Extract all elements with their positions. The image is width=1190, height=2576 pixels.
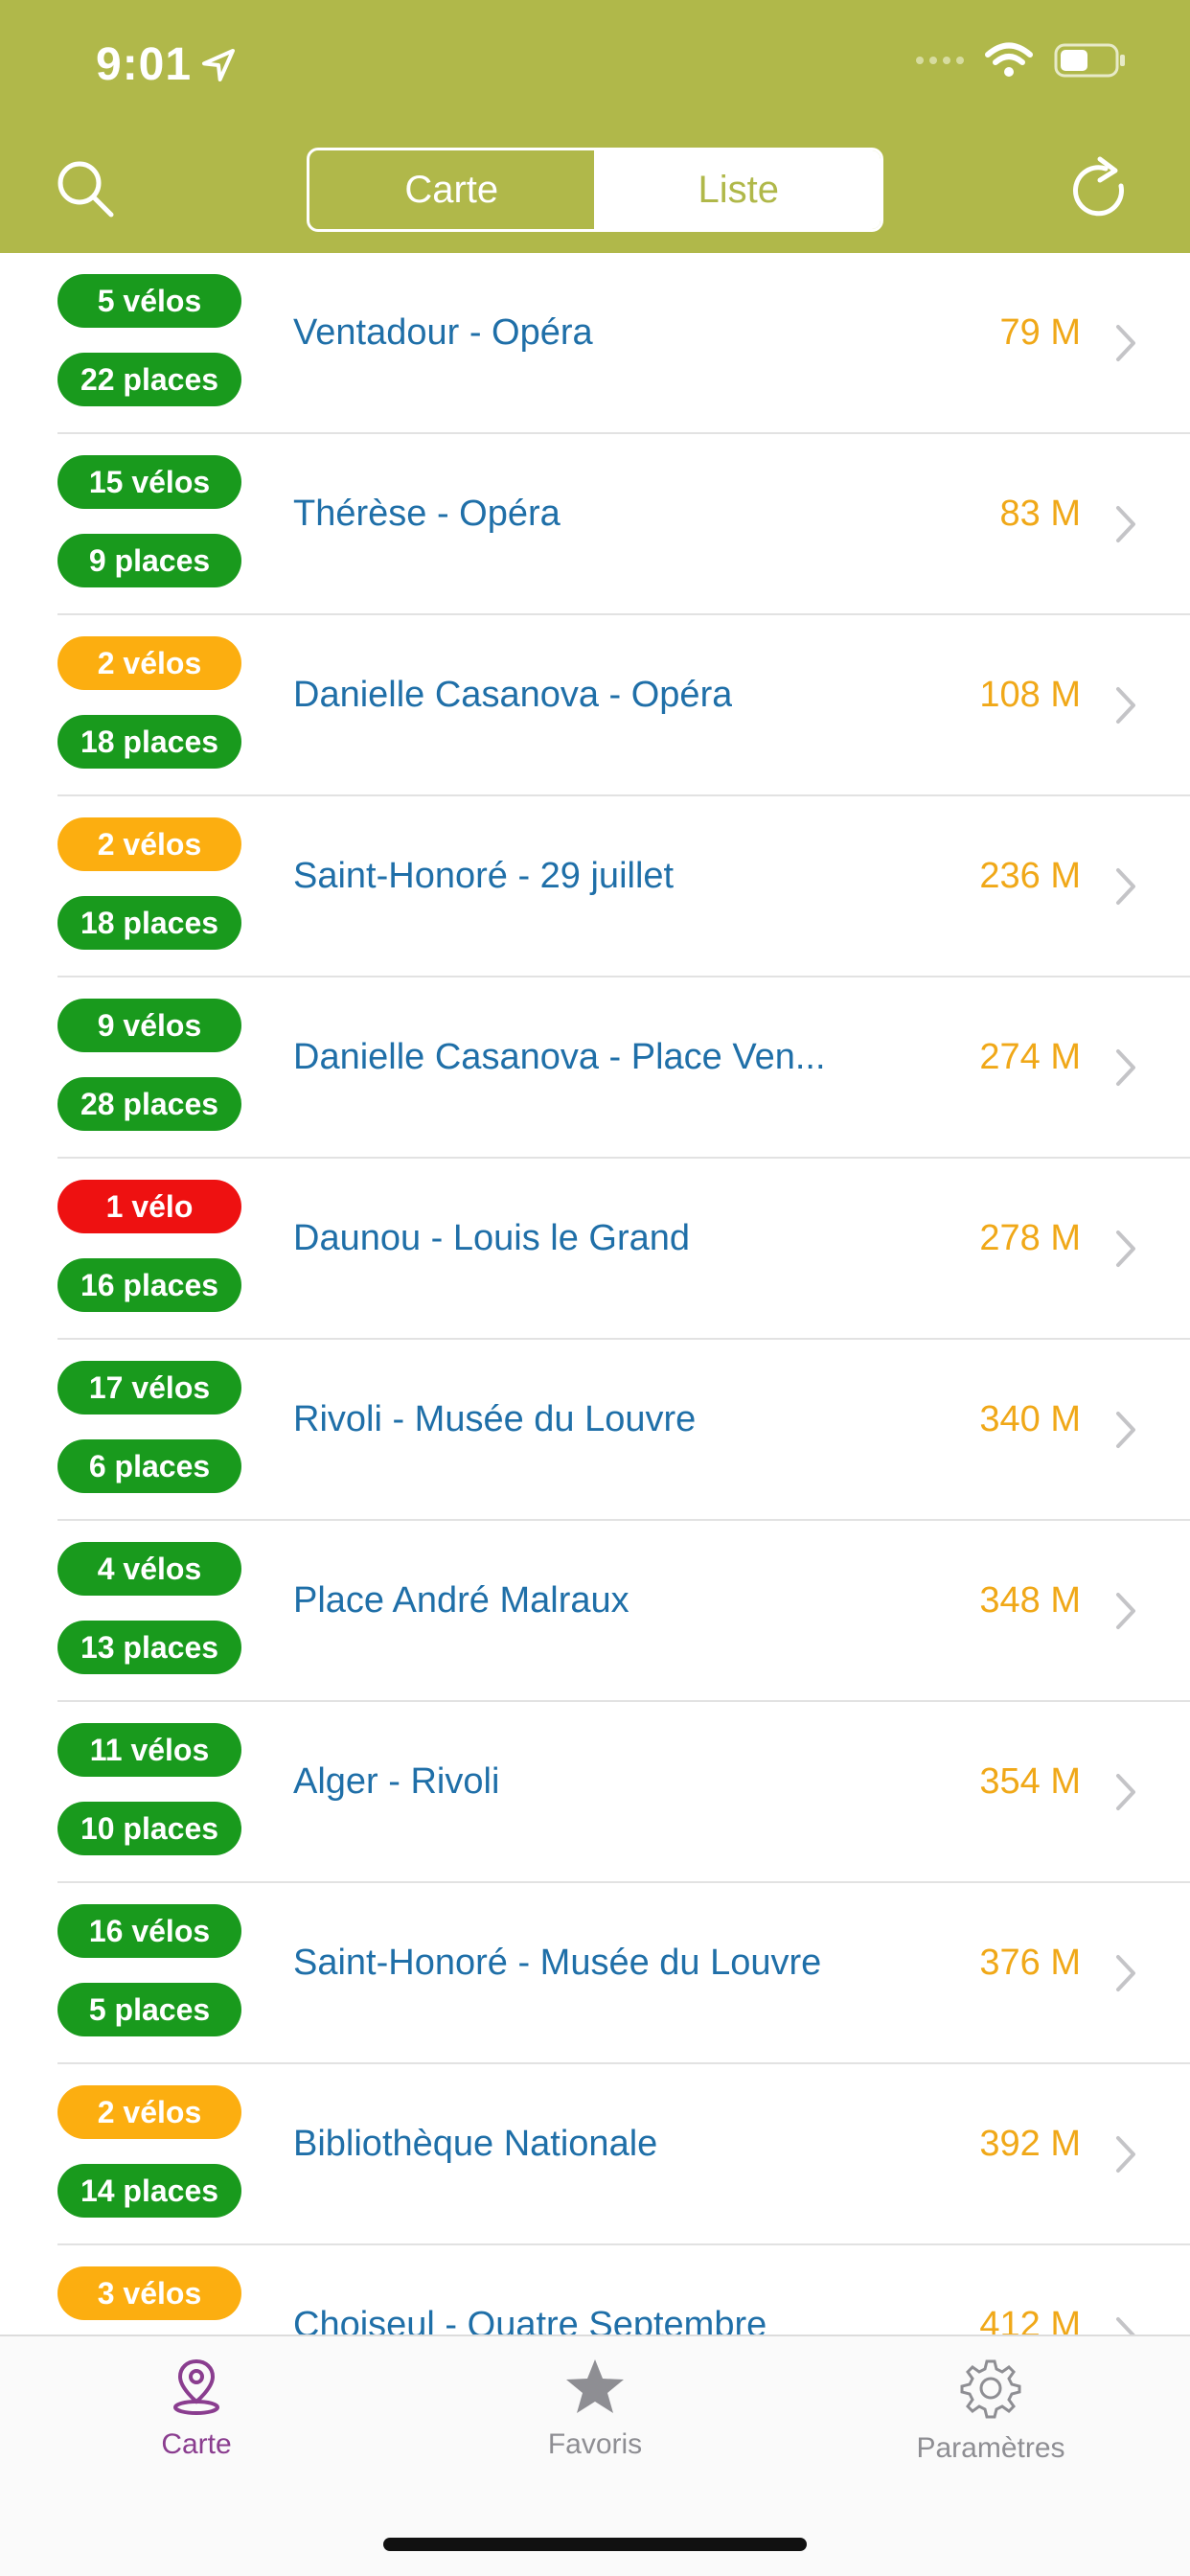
bikes-available-badge: 4 vélos (57, 1542, 241, 1596)
bikes-available-badge: 5 vélos (57, 274, 241, 328)
bikes-available-badge: 2 vélos (57, 2085, 241, 2139)
station-distance: 412 M (979, 2305, 1081, 2334)
tab-favoris[interactable]: Favoris (451, 2358, 739, 2461)
places-available-badge: 28 places (57, 1077, 241, 1131)
segment-carte[interactable]: Carte (309, 150, 597, 229)
places-available-badge: 18 places (57, 715, 241, 769)
bikes-available-badge: 9 vélos (57, 999, 241, 1052)
places-available-badge: 6 places (57, 1439, 241, 1493)
star-icon (566, 2359, 624, 2413)
station-name: Place André Malraux (293, 1580, 629, 1621)
station-name: Saint-Honoré - Musée du Louvre (293, 1943, 822, 1983)
bikes-available-badge: 16 vélos (57, 1904, 241, 1958)
clock-text: 9:01 (96, 39, 193, 90)
station-row[interactable]: 1 vélo 16 places Daunou - Louis le Grand 27… (0, 1159, 1190, 1340)
tab-parametres[interactable]: Paramètres (847, 2358, 1134, 2465)
chevron-right-icon (1116, 1593, 1135, 1629)
places-available-badge: 5 places (57, 1983, 241, 2036)
station-row[interactable]: 2 vélos 18 places Danielle Casanova - Opér… (0, 615, 1190, 796)
chevron-right-icon (1116, 1412, 1135, 1448)
chevron-right-icon (1116, 1230, 1135, 1267)
tab-favoris-label: Favoris (547, 2428, 643, 2460)
chevron-right-icon (1116, 868, 1135, 905)
station-distance: 79 M (999, 312, 1081, 353)
station-list: 5 vélos 22 places Ventadour - Opéra 79 M 15 … (0, 253, 1190, 2334)
status-bar-indicators (916, 42, 1127, 79)
station-name: Ventadour - Opéra (293, 312, 593, 353)
battery-icon (1054, 43, 1125, 78)
refresh-icon[interactable] (1065, 155, 1138, 228)
station-name: Thérèse - Opéra (293, 494, 561, 534)
chevron-right-icon (1116, 506, 1135, 542)
station-distance: 278 M (979, 1218, 1081, 1258)
station-row[interactable]: 15 vélos 9 places Thérèse - Opéra 83 M (0, 434, 1190, 615)
station-name: Bibliothèque Nationale (293, 2124, 658, 2164)
chevron-right-icon (1116, 1049, 1135, 1086)
station-row[interactable]: 3 vélos Choiseul - Quatre Septembre 412 M (0, 2245, 1190, 2334)
chevron-right-icon (1116, 687, 1135, 724)
wifi-icon (985, 42, 1033, 77)
station-name: Daunou - Louis le Grand (293, 1218, 691, 1258)
station-distance: 340 M (979, 1399, 1081, 1439)
nav-header: 9:01 Carte Liste (0, 0, 1190, 253)
tab-carte-label: Carte (161, 2428, 232, 2460)
station-distance: 108 M (979, 675, 1081, 715)
tab-parametres-label: Paramètres (916, 2432, 1065, 2464)
station-row[interactable]: 11 vélos 10 places Alger - Rivoli 354 M (0, 1702, 1190, 1883)
station-distance: 236 M (979, 856, 1081, 896)
station-name: Danielle Casanova - Opéra (293, 675, 733, 715)
chevron-right-icon (1116, 2317, 1135, 2334)
bikes-available-badge: 1 vélo (57, 1180, 241, 1233)
chevron-right-icon (1116, 1955, 1135, 1991)
station-distance: 274 M (979, 1037, 1081, 1077)
station-distance: 392 M (979, 2124, 1081, 2164)
station-row[interactable]: 9 vélos 28 places Danielle Casanova - Plac… (0, 978, 1190, 1159)
places-available-badge: 14 places (57, 2164, 241, 2218)
station-row[interactable]: 17 vélos 6 places Rivoli - Musée du Louvre… (0, 1340, 1190, 1521)
cellular-signal-icon (916, 57, 964, 64)
station-name: Rivoli - Musée du Louvre (293, 1399, 697, 1439)
bikes-available-badge: 15 vélos (57, 455, 241, 509)
chevron-right-icon (1116, 1774, 1135, 1810)
segment-liste[interactable]: Liste (596, 150, 881, 229)
station-name: Saint-Honoré - 29 juillet (293, 856, 675, 896)
station-distance: 83 M (999, 494, 1081, 534)
location-arrow-icon (202, 48, 236, 81)
status-bar-time: 9:01 (96, 38, 238, 91)
station-distance: 376 M (979, 1943, 1081, 1983)
station-name: Danielle Casanova - Place Ven... (293, 1037, 826, 1077)
station-distance: 354 M (979, 1761, 1081, 1802)
chevron-right-icon (1116, 325, 1135, 361)
bikes-available-badge: 11 vélos (57, 1723, 241, 1777)
view-segmented-control: Carte Liste (307, 148, 883, 232)
places-available-badge: 22 places (57, 353, 241, 406)
station-name: Choiseul - Quatre Septembre (293, 2305, 767, 2334)
bikes-available-badge: 2 vélos (57, 817, 241, 871)
bikes-available-badge: 2 vélos (57, 636, 241, 690)
station-distance: 348 M (979, 1580, 1081, 1621)
map-pin-icon (173, 2358, 219, 2415)
gear-icon (960, 2359, 1021, 2419)
bikes-available-badge: 17 vélos (57, 1361, 241, 1414)
station-row[interactable]: 4 vélos 13 places Place André Malraux 348 M (0, 1521, 1190, 1702)
station-name: Alger - Rivoli (293, 1761, 500, 1802)
places-available-badge: 16 places (57, 1258, 241, 1312)
station-row[interactable]: 16 vélos 5 places Saint-Honoré - Musée du … (0, 1883, 1190, 2064)
places-available-badge: 9 places (57, 534, 241, 587)
tab-carte[interactable]: Carte (53, 2358, 340, 2461)
home-indicator (383, 2538, 807, 2551)
bikes-available-badge: 3 vélos (57, 2266, 241, 2320)
station-row[interactable]: 5 vélos 22 places Ventadour - Opéra 79 M (0, 253, 1190, 434)
station-row[interactable]: 2 vélos 14 places Bibliothèque Nationale 39… (0, 2064, 1190, 2245)
places-available-badge: 10 places (57, 1802, 241, 1855)
places-available-badge: 13 places (57, 1621, 241, 1674)
places-available-badge: 18 places (57, 896, 241, 950)
search-icon[interactable] (52, 155, 121, 224)
chevron-right-icon (1116, 2136, 1135, 2173)
station-row[interactable]: 2 vélos 18 places Saint-Honoré - 29 juille… (0, 796, 1190, 978)
